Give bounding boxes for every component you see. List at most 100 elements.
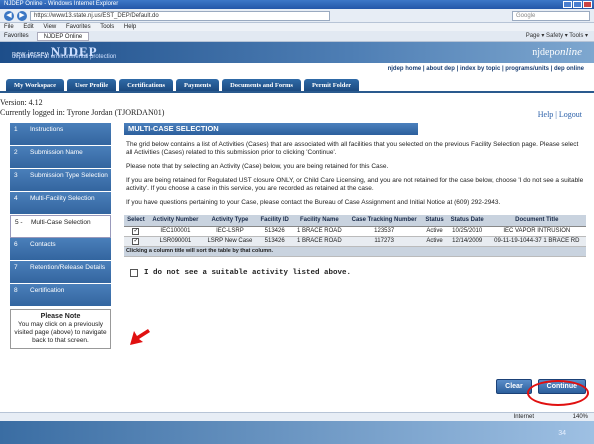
back-icon[interactable]: ◀ bbox=[4, 10, 14, 21]
help-logout-links[interactable]: Help | Logout bbox=[538, 110, 582, 119]
browser-tab[interactable]: NJDEP Online bbox=[36, 32, 90, 41]
col-document-title[interactable]: Document Title bbox=[487, 215, 586, 227]
table-footer-row: Clicking a column title will sort the ta… bbox=[124, 246, 586, 257]
no-activity-checkbox[interactable] bbox=[130, 269, 138, 277]
col-status[interactable]: Status bbox=[422, 215, 447, 227]
continue-highlight-circle bbox=[527, 380, 589, 406]
table-cell: LSRP New Case bbox=[202, 236, 257, 247]
table-cell: Active bbox=[422, 226, 447, 237]
ust-paragraph: If you are being retained for Regulated … bbox=[126, 177, 584, 192]
page-viewport: new jersey NJDEP department of environme… bbox=[0, 42, 594, 412]
sidebar-item-retention-release[interactable]: 7 Retention/Release Details bbox=[10, 261, 111, 284]
no-activity-label: I do not see a suitable activity listed … bbox=[144, 269, 352, 277]
note-text: You may click on a previously visited pa… bbox=[14, 321, 107, 344]
table-cell: 123537 bbox=[346, 226, 423, 237]
table-cell: 12/14/2009 bbox=[446, 236, 488, 247]
sidebar-item-certification[interactable]: 8 Certification bbox=[10, 284, 111, 307]
main-content: MULTI-CASE SELECTION The grid below cont… bbox=[124, 123, 586, 394]
tab-permit-folder[interactable]: Permit Folder bbox=[303, 79, 360, 91]
site-banner: new jersey NJDEP department of environme… bbox=[0, 42, 594, 63]
tab-payments[interactable]: Payments bbox=[176, 79, 220, 91]
col-activity-type[interactable]: Activity Type bbox=[202, 215, 257, 227]
slide-footer: 34 bbox=[0, 421, 594, 444]
sidebar-item-multi-case[interactable]: 5 - Multi-Case Selection bbox=[10, 215, 111, 238]
table-cell: IEC100001 bbox=[147, 226, 203, 237]
tab-certifications[interactable]: Certifications bbox=[119, 79, 174, 91]
sidebar-item-submission-type[interactable]: 3 Submission Type Selection bbox=[10, 169, 111, 192]
row-checkbox[interactable]: ✓ bbox=[132, 238, 140, 245]
table-cell: 117273 bbox=[346, 236, 423, 247]
col-select[interactable]: Select bbox=[124, 215, 148, 227]
col-facility-name[interactable]: Facility Name bbox=[292, 215, 347, 227]
table-header-row: Select Activity Number Activity Type Fac… bbox=[124, 215, 586, 227]
favorites-button[interactable]: Favorites bbox=[4, 31, 29, 41]
toolbar-commands[interactable]: Page ▾ Safety ▾ Tools ▾ bbox=[526, 31, 588, 41]
table-cell: 513426 bbox=[256, 226, 293, 237]
table-cell: LSR090001 bbox=[147, 236, 203, 247]
table-cell: 09-11-19-1044-37 1 BRACE RD bbox=[487, 236, 586, 247]
maximize-button[interactable] bbox=[573, 1, 582, 8]
sidebar-item-instructions[interactable]: 1 Instructions bbox=[10, 123, 111, 146]
activities-table: Select Activity Number Activity Type Fac… bbox=[124, 215, 586, 257]
select-cell: ✓ bbox=[124, 236, 148, 247]
table-cell: 1 BRACE ROAD bbox=[292, 226, 347, 237]
menu-edit[interactable]: Edit bbox=[23, 24, 33, 30]
table-cell: 1 BRACE ROAD bbox=[292, 236, 347, 247]
intro-paragraph: The grid below contains a list of Activi… bbox=[126, 141, 579, 156]
close-button[interactable] bbox=[583, 1, 592, 8]
sidebar-note: Please Note You may click on a previousl… bbox=[10, 309, 111, 349]
tab-user-profile[interactable]: User Profile bbox=[66, 79, 117, 91]
menu-favorites[interactable]: Favorites bbox=[66, 24, 91, 30]
menu-file[interactable]: File bbox=[4, 24, 14, 30]
table-row: ✓ LSR090001 LSRP New Case 513426 1 BRACE… bbox=[124, 236, 586, 247]
minimize-button[interactable] bbox=[563, 1, 572, 8]
search-input[interactable]: Google bbox=[512, 10, 590, 21]
forward-icon[interactable]: ▶ bbox=[17, 10, 27, 21]
table-cell: 513426 bbox=[256, 236, 293, 247]
table-cell: IEC VAPOR INTRUSION bbox=[487, 226, 586, 237]
select-cell: ✓ bbox=[124, 226, 148, 237]
main-tabs: My Workspace User Profile Certifications… bbox=[0, 79, 594, 93]
wizard-sidebar: 1 Instructions 2 Submission Name 3 Submissi… bbox=[10, 123, 111, 349]
menu-tools[interactable]: Tools bbox=[100, 24, 114, 30]
favorites-bar: Favorites NJDEP Online Page ▾ Safety ▾ T… bbox=[0, 31, 594, 42]
red-arrow-annotation bbox=[130, 329, 150, 345]
table-row: ✓ IEC100001 IEC-LSRP 513426 1 BRACE ROAD… bbox=[124, 226, 586, 237]
table-sort-note: Clicking a column title will sort the ta… bbox=[124, 246, 586, 257]
note-title: Please Note bbox=[40, 313, 81, 320]
page-title: MULTI-CASE SELECTION bbox=[124, 123, 418, 135]
table-cell: 10/25/2010 bbox=[446, 226, 488, 237]
tab-documents-and-forms[interactable]: Documents and Forms bbox=[222, 79, 301, 91]
col-activity-number[interactable]: Activity Number bbox=[147, 215, 203, 227]
url-field[interactable]: https://www13.state.nj.us/EST_DEP/Defaul… bbox=[30, 10, 330, 21]
browser-status-bar: Internet 140% bbox=[0, 412, 594, 421]
top-links[interactable]: njdep home | about dep | index by topic … bbox=[0, 63, 594, 75]
no-activity-option[interactable]: I do not see a suitable activity listed … bbox=[124, 269, 586, 277]
window-controls bbox=[563, 1, 592, 8]
window-title: NJDEP Online - Windows Internet Explorer bbox=[4, 1, 119, 7]
department-name: department of environmental protection bbox=[12, 54, 117, 60]
table-cell: IEC-LSRP bbox=[202, 226, 257, 237]
version-label: Version: 4.12 bbox=[0, 98, 43, 107]
retention-paragraph: Please note that by selecting an Activit… bbox=[126, 163, 389, 170]
tab-my-workspace[interactable]: My Workspace bbox=[6, 79, 64, 91]
menu-view[interactable]: View bbox=[43, 24, 56, 30]
menu-bar: File Edit View Favorites Tools Help bbox=[0, 23, 594, 31]
sidebar-item-multi-facility[interactable]: 4 Multi-Facility Selection bbox=[10, 192, 111, 215]
col-facility-id[interactable]: Facility ID bbox=[256, 215, 293, 227]
njdep-online-logo: njdeponline bbox=[532, 46, 582, 58]
sidebar-item-submission-name[interactable]: 2 Submission Name bbox=[10, 146, 111, 169]
col-status-date[interactable]: Status Date bbox=[446, 215, 488, 227]
contact-paragraph: If you have questions pertaining to your… bbox=[126, 199, 501, 206]
page-number: 34 bbox=[558, 430, 566, 437]
address-bar: ◀ ▶ https://www13.state.nj.us/EST_DEP/De… bbox=[0, 9, 594, 23]
menu-help[interactable]: Help bbox=[124, 24, 136, 30]
wizard-layout: 1 Instructions 2 Submission Name 3 Submissi… bbox=[0, 123, 594, 412]
session-status: Version: 4.12 Currently logged in: Tyron… bbox=[0, 98, 594, 123]
row-checkbox[interactable]: ✓ bbox=[132, 228, 140, 235]
table-cell: Active bbox=[422, 236, 447, 247]
window-titlebar: NJDEP Online - Windows Internet Explorer bbox=[0, 0, 594, 9]
logged-in-user: Currently logged in: Tyrone Jordan (TJOR… bbox=[0, 108, 165, 117]
col-case-tracking-number[interactable]: Case Tracking Number bbox=[346, 215, 423, 227]
sidebar-item-contacts[interactable]: 6 Contacts bbox=[10, 238, 111, 261]
